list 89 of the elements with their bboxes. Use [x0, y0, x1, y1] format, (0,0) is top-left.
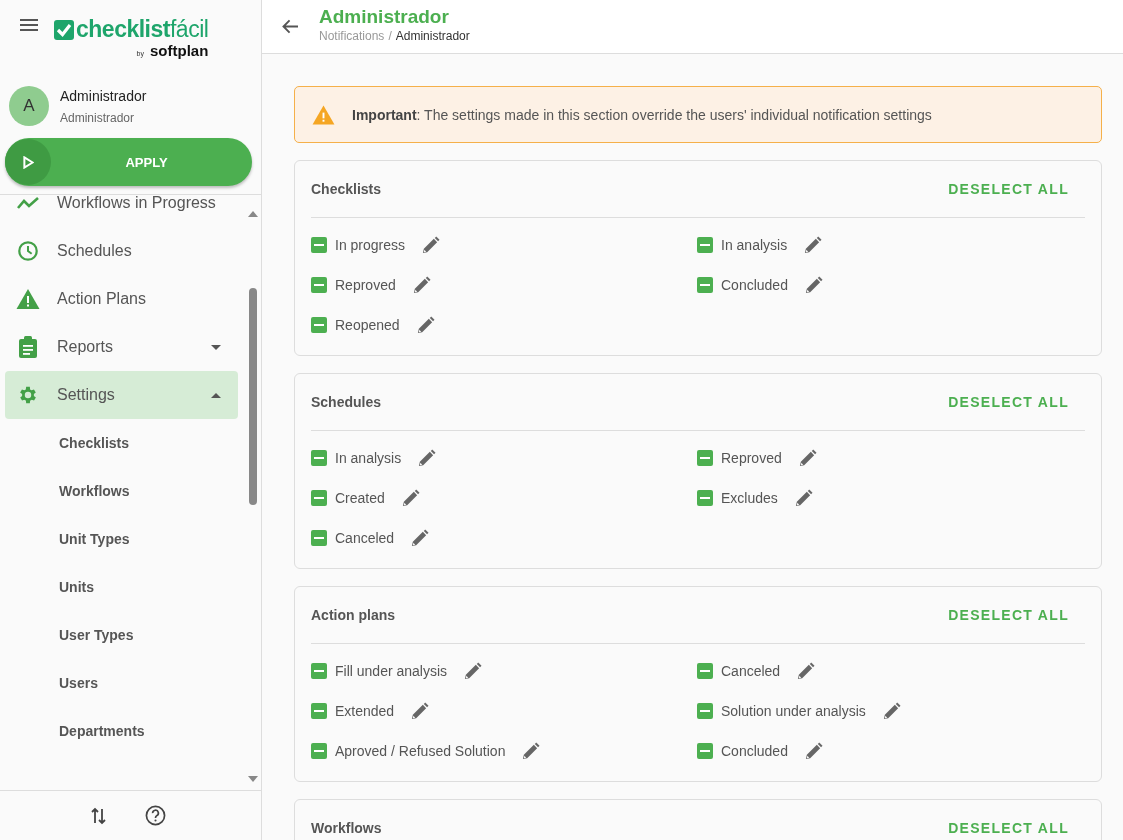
- option-label: In analysis: [335, 450, 402, 466]
- submenu-item[interactable]: Departments: [0, 707, 261, 755]
- submenu-item[interactable]: Workflows: [0, 467, 261, 515]
- nav-item[interactable]: Workflows in Progress: [5, 195, 238, 227]
- checkbox[interactable]: [311, 663, 327, 679]
- option-label: Canceled: [335, 530, 395, 546]
- play-icon: [22, 155, 34, 169]
- nav-item[interactable]: Action Plans: [5, 275, 238, 323]
- menu-icon[interactable]: [20, 19, 38, 31]
- option-label: Fill under analysis: [335, 663, 448, 679]
- option-label: Extended: [335, 703, 395, 719]
- nav-item[interactable]: Reports: [5, 323, 238, 371]
- card-title: Workflows: [311, 820, 382, 836]
- help-icon[interactable]: [144, 805, 166, 826]
- clipboard-icon: [16, 336, 40, 358]
- pencil-icon[interactable]: [417, 448, 437, 468]
- trend-icon: [16, 196, 40, 210]
- nav-item[interactable]: Schedules: [5, 227, 238, 275]
- checkbox[interactable]: [311, 317, 327, 333]
- option-label: Reproved: [721, 450, 782, 466]
- card-title: Checklists: [311, 181, 382, 197]
- scroll-down-arrow-icon[interactable]: [248, 776, 258, 782]
- checkbox[interactable]: [697, 277, 713, 293]
- warning-text: Important: The settings made in this section override the users' individual notification settings: [352, 106, 932, 123]
- pencil-icon[interactable]: [796, 661, 816, 681]
- option-label: In progress: [335, 237, 406, 253]
- option-label: Reproved: [335, 277, 396, 293]
- submenu-item[interactable]: User Types: [0, 611, 261, 659]
- checkbox[interactable]: [697, 703, 713, 719]
- breadcrumb-current: Administrador: [395, 29, 470, 43]
- back-arrow-icon[interactable]: [282, 19, 299, 34]
- scroll-up-arrow-icon[interactable]: [248, 211, 258, 217]
- caret-down-icon: [211, 344, 221, 350]
- pencil-icon[interactable]: [415, 315, 435, 335]
- breadcrumb-separator: /: [388, 29, 392, 43]
- checkbox[interactable]: [697, 743, 713, 759]
- pencil-icon[interactable]: [803, 235, 823, 255]
- pencil-icon[interactable]: [410, 528, 430, 548]
- clock-icon: [16, 240, 40, 262]
- checkbox[interactable]: [697, 490, 713, 506]
- checkbox[interactable]: [311, 530, 327, 546]
- user-name: Administrador: [60, 87, 147, 104]
- checkbox[interactable]: [311, 490, 327, 506]
- checkbox[interactable]: [697, 237, 713, 253]
- pencil-icon[interactable]: [410, 701, 430, 721]
- checkbox[interactable]: [311, 743, 327, 759]
- warning-icon: [16, 288, 40, 310]
- brand-name: checklistfácil: [76, 16, 209, 43]
- pencil-icon[interactable]: [411, 275, 431, 295]
- sort-arrows-icon[interactable]: [90, 806, 107, 825]
- user-role: Administrador: [60, 110, 136, 125]
- option-label: Solution under analysis: [721, 703, 866, 719]
- pencil-icon[interactable]: [400, 488, 420, 508]
- pencil-icon[interactable]: [521, 741, 541, 761]
- avatar: A: [9, 86, 49, 126]
- option-label: Concluded: [721, 277, 788, 293]
- nav-item[interactable]: Settings: [5, 371, 238, 419]
- pencil-icon[interactable]: [881, 701, 901, 721]
- pencil-icon[interactable]: [797, 448, 817, 468]
- submenu-item[interactable]: Unit Types: [0, 515, 261, 563]
- checkbox[interactable]: [311, 237, 327, 253]
- checkbox[interactable]: [697, 663, 713, 679]
- warning-icon: [312, 104, 335, 125]
- card-title: Action plans: [311, 607, 395, 623]
- submenu-item[interactable]: Units: [0, 563, 261, 611]
- submenu-item[interactable]: Checklists: [0, 419, 261, 467]
- option-label: Canceled: [721, 663, 781, 679]
- checkbox[interactable]: [311, 277, 327, 293]
- pencil-icon[interactable]: [803, 275, 823, 295]
- checkbox-logo-icon: [54, 19, 74, 40]
- scrollbar-thumb[interactable]: [249, 288, 257, 505]
- submenu-item[interactable]: Users: [0, 659, 261, 707]
- page-title: Administrador: [319, 6, 450, 28]
- card-title: Schedules: [311, 394, 382, 410]
- company-name: softplan: [150, 42, 209, 59]
- checkbox[interactable]: [311, 450, 327, 466]
- pencil-icon[interactable]: [803, 741, 823, 761]
- option-label: Aproved / Refused Solution: [335, 743, 506, 759]
- option-label: Reopened: [335, 317, 400, 333]
- option-label: Excludes: [721, 490, 778, 506]
- pencil-icon[interactable]: [793, 488, 813, 508]
- pencil-icon[interactable]: [421, 235, 441, 255]
- option-label: Concluded: [721, 743, 788, 759]
- checkbox[interactable]: [311, 703, 327, 719]
- pencil-icon[interactable]: [463, 661, 483, 681]
- option-label: Created: [335, 490, 385, 506]
- checkbox[interactable]: [697, 450, 713, 466]
- caret-up-icon: [211, 392, 221, 398]
- option-label: In analysis: [721, 237, 788, 253]
